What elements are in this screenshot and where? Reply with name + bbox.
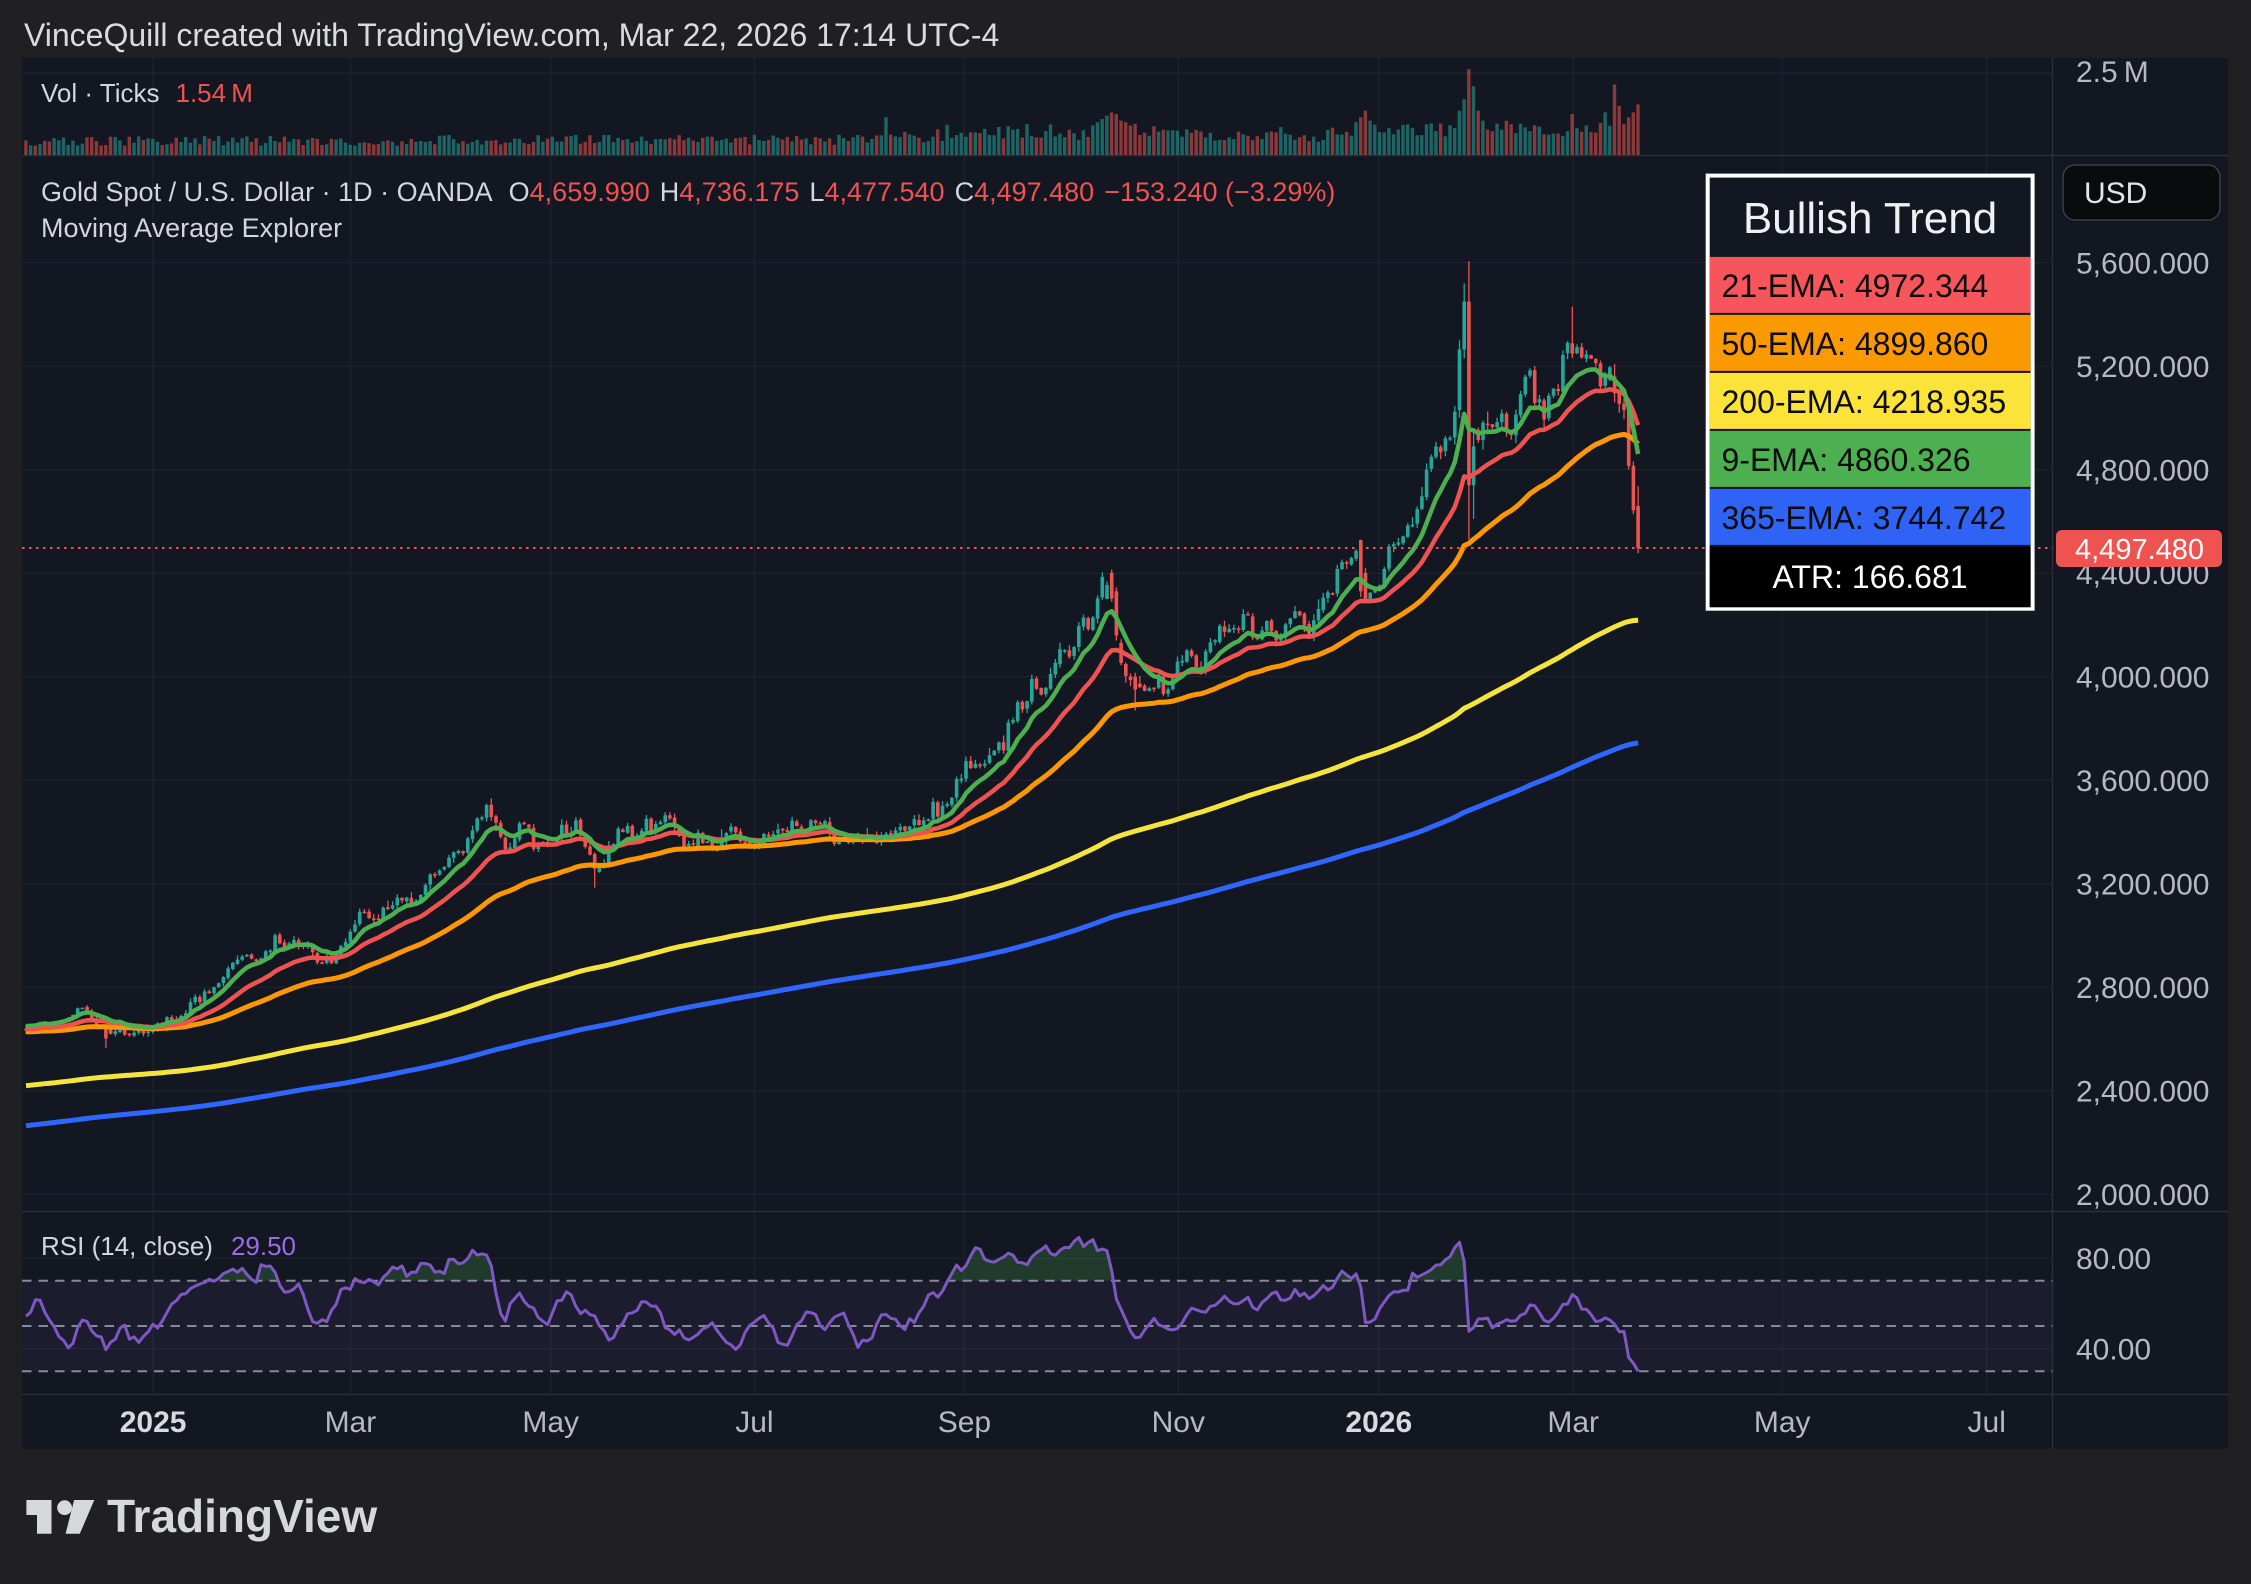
svg-text:3,200.000: 3,200.000 [2076, 868, 2209, 901]
svg-text:Sep: Sep [938, 1406, 991, 1439]
svg-text:2,400.000: 2,400.000 [2076, 1076, 2209, 1109]
svg-text:Mar: Mar [1547, 1406, 1599, 1439]
svg-text:Bullish Trend: Bullish Trend [1743, 194, 1997, 243]
svg-text:TradingView: TradingView [107, 1490, 377, 1542]
svg-text:Gold Spot / U.S. Dollar · 1D ·: Gold Spot / U.S. Dollar · 1D · OANDAO4,6… [41, 177, 1335, 207]
svg-text:4,800.000: 4,800.000 [2076, 454, 2209, 487]
svg-text:9-EMA: 4860.326: 9-EMA: 4860.326 [1722, 442, 1971, 478]
svg-text:5,200.000: 5,200.000 [2076, 351, 2209, 384]
svg-text:2,000.000: 2,000.000 [2076, 1179, 2209, 1212]
svg-text:Mar: Mar [325, 1406, 377, 1439]
svg-text:4,000.000: 4,000.000 [2076, 661, 2209, 694]
svg-text:Moving Average Explorer: Moving Average Explorer [41, 213, 342, 243]
svg-text:Vol · Ticks1.54 M: Vol · Ticks1.54 M [41, 78, 253, 108]
svg-text:Nov: Nov [1152, 1406, 1205, 1439]
svg-text:May: May [1754, 1406, 1811, 1439]
svg-text:5,600.000: 5,600.000 [2076, 247, 2209, 280]
svg-text:2026: 2026 [1345, 1406, 1412, 1439]
svg-text:40.00: 40.00 [2076, 1333, 2151, 1366]
svg-text:RSI (14, close)29.50: RSI (14, close)29.50 [41, 1231, 296, 1261]
svg-text:2,800.000: 2,800.000 [2076, 972, 2209, 1005]
svg-text:USD: USD [2084, 177, 2147, 210]
svg-text:Jul: Jul [735, 1406, 773, 1439]
svg-text:Jul: Jul [1968, 1406, 2006, 1439]
svg-text:May: May [522, 1406, 579, 1439]
svg-text:2.5 M: 2.5 M [2076, 56, 2149, 89]
svg-text:80.00: 80.00 [2076, 1243, 2151, 1276]
svg-text:3,600.000: 3,600.000 [2076, 765, 2209, 798]
svg-text:4,497.480: 4,497.480 [2075, 534, 2204, 566]
svg-text:ATR: 166.681: ATR: 166.681 [1772, 559, 1967, 595]
svg-text:200-EMA: 4218.935: 200-EMA: 4218.935 [1722, 384, 2007, 420]
svg-text:50-EMA: 4899.860: 50-EMA: 4899.860 [1722, 326, 1989, 362]
svg-text:VinceQuill created with Tradin: VinceQuill created with TradingView.com,… [24, 17, 999, 53]
svg-text:2025: 2025 [120, 1406, 187, 1439]
svg-text:365-EMA: 3744.742: 365-EMA: 3744.742 [1722, 500, 2007, 536]
svg-text:21-EMA: 4972.344: 21-EMA: 4972.344 [1722, 268, 1989, 304]
